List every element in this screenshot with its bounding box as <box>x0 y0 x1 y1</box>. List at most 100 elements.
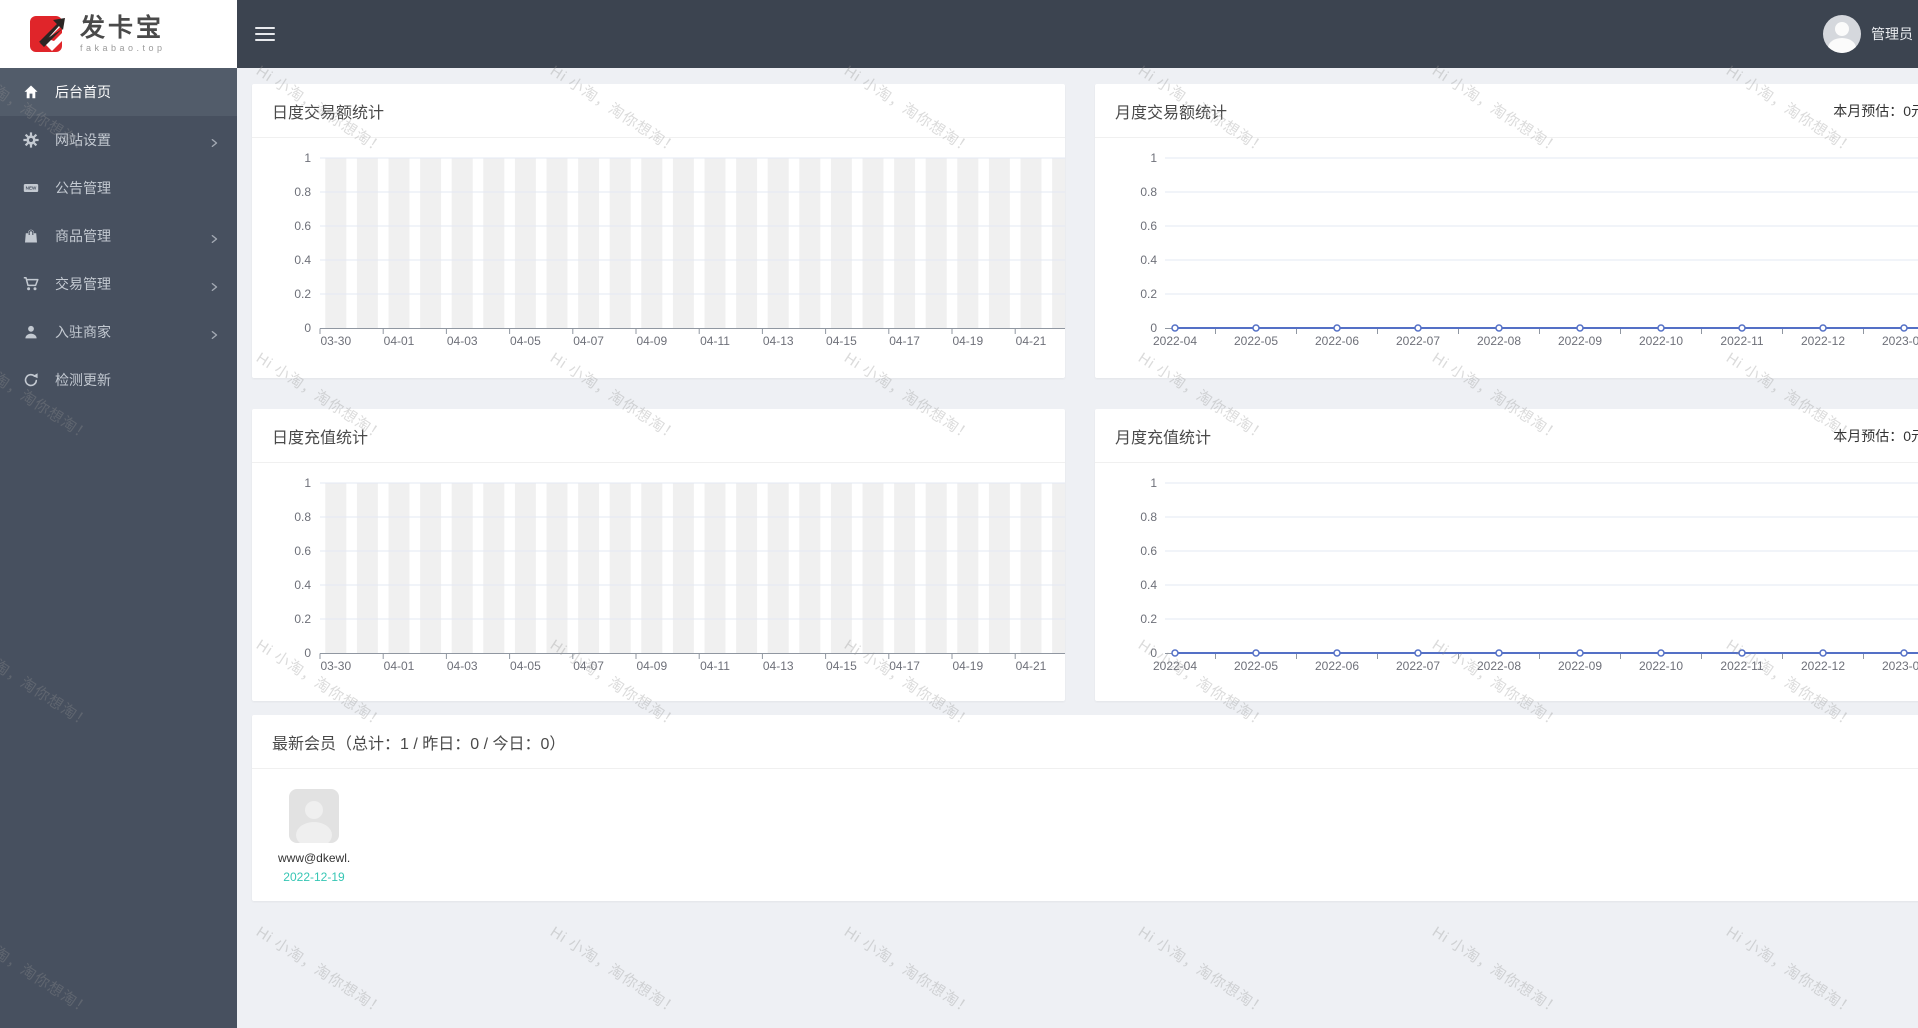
chart-monthly-transaction: 0 0.2 0.4 0.6 0.8 1 2022-04 2022-05 2022-06 2022-… <box>1095 138 1918 376</box>
svg-text:2022-07: 2022-07 <box>1396 659 1440 673</box>
svg-text:0.4: 0.4 <box>294 253 311 267</box>
svg-text:0: 0 <box>1150 321 1157 335</box>
panel-monthly-transaction: 月度交易额统计 本月预估：0元 0 0.2 0.4 0.6 0.8 1 2022-04 2022-… <box>1095 84 1918 378</box>
svg-text:1: 1 <box>1150 151 1157 165</box>
svg-text:03-30: 03-30 <box>320 659 351 673</box>
chart-monthly-recharge: 0 0.2 0.4 0.6 0.8 1 2022-04 2022-05 2022-06 2022-… <box>1095 463 1918 701</box>
svg-text:0.4: 0.4 <box>1140 253 1157 267</box>
watermark: Hi 小淘，淘你想淘！ <box>1135 923 1270 1020</box>
svg-text:0.2: 0.2 <box>294 612 311 626</box>
watermark: Hi 小淘，淘你想淘！ <box>1429 923 1564 1020</box>
svg-text:04-03: 04-03 <box>447 659 478 673</box>
svg-text:2022-10: 2022-10 <box>1639 659 1683 673</box>
member-item: www@dkewl.com 2022-12-19 <box>278 789 350 884</box>
svg-text:2022-09: 2022-09 <box>1558 334 1602 348</box>
svg-text:1: 1 <box>304 476 311 490</box>
sidebar-item-4[interactable]: 交易管理 <box>0 260 237 308</box>
svg-text:NEW: NEW <box>25 186 36 191</box>
sidebar-item-3[interactable]: 商品管理 <box>0 212 237 260</box>
announcement-icon: NEW <box>22 180 39 197</box>
svg-text:2022-05: 2022-05 <box>1234 659 1278 673</box>
svg-text:04-03: 04-03 <box>447 334 478 348</box>
sidebar-item-label: 后台首页 <box>55 84 111 100</box>
watermark: Hi 小淘，淘你想淘！ <box>253 923 388 1020</box>
svg-text:04-11: 04-11 <box>700 334 730 348</box>
svg-text:04-15: 04-15 <box>826 334 857 348</box>
svg-text:04-07: 04-07 <box>573 334 604 348</box>
sidebar-item-label: 公告管理 <box>55 180 111 196</box>
svg-text:1: 1 <box>304 151 311 165</box>
svg-text:2022-06: 2022-06 <box>1315 659 1359 673</box>
sidebar: 后台首页网站设置 NEW 公告管理商品管理交易管理入驻商家检测更新 <box>0 68 237 1028</box>
svg-text:04-01: 04-01 <box>384 334 415 348</box>
sidebar-item-0[interactable]: 后台首页 <box>0 68 237 116</box>
brand-logo-icon <box>30 13 70 52</box>
sidebar-item-5[interactable]: 入驻商家 <box>0 308 237 356</box>
svg-text:04-11: 04-11 <box>700 659 730 673</box>
panel-monthly-recharge: 月度充值统计 本月预估：0元 0 0.2 0.4 0.6 0.8 1 2022-04 2022-0… <box>1095 409 1918 701</box>
watermark: Hi 小淘，淘你想淘！ <box>841 923 976 1020</box>
monthly-estimate-monthly-transaction: 本月预估：0元 <box>1833 102 1918 119</box>
member-avatar <box>289 789 339 843</box>
svg-text:0.6: 0.6 <box>1140 544 1157 558</box>
svg-text:04-21: 04-21 <box>1016 659 1047 673</box>
bag-icon <box>22 228 39 245</box>
chevron-right-icon <box>209 327 219 339</box>
svg-text:1: 1 <box>1150 476 1157 490</box>
member-email: www@dkewl.com <box>278 851 350 865</box>
panel-daily-transaction: 日度交易额统计 0 0.2 0.4 0.6 0.8 1 03-30 04-01 04-03 04-0… <box>252 84 1065 378</box>
svg-text:2022-04: 2022-04 <box>1153 659 1197 673</box>
svg-text:0.4: 0.4 <box>294 578 311 592</box>
svg-text:0.8: 0.8 <box>1140 510 1157 524</box>
sidebar-item-label: 交易管理 <box>55 276 111 292</box>
sidebar-item-1[interactable]: 网站设置 <box>0 116 237 164</box>
brand-name: 发卡宝 <box>80 14 165 42</box>
svg-text:04-19: 04-19 <box>952 334 983 348</box>
svg-text:2022-06: 2022-06 <box>1315 334 1359 348</box>
svg-text:04-07: 04-07 <box>573 659 604 673</box>
topbar: 管理员 <box>237 0 1918 68</box>
svg-text:2022-12: 2022-12 <box>1801 659 1845 673</box>
svg-text:0: 0 <box>304 646 311 660</box>
user-menu[interactable]: 管理员 <box>1823 0 1918 68</box>
latest-members-header: 最新会员（总计：1 / 昨日：0 / 今日：0） <box>252 715 1918 769</box>
brand-domain: fakabao.top <box>80 43 166 53</box>
svg-text:2022-10: 2022-10 <box>1639 334 1683 348</box>
svg-text:2023-01: 2023-01 <box>1882 659 1918 673</box>
sidebar-item-2[interactable]: NEW 公告管理 <box>0 164 237 212</box>
sidebar-item-label: 入驻商家 <box>55 324 111 340</box>
svg-text:2022-11: 2022-11 <box>1720 334 1763 348</box>
sidebar-toggle-button[interactable] <box>255 27 275 41</box>
panel-title-monthly-recharge: 月度充值统计 <box>1115 429 1212 447</box>
sidebar-item-6[interactable]: 检测更新 <box>0 356 237 404</box>
home-icon <box>22 84 39 101</box>
svg-text:2022-08: 2022-08 <box>1477 334 1521 348</box>
watermark: Hi 小淘，淘你想淘！ <box>1723 923 1858 1020</box>
svg-text:04-13: 04-13 <box>763 334 794 348</box>
svg-text:04-17: 04-17 <box>889 334 920 348</box>
svg-text:0.8: 0.8 <box>1140 185 1157 199</box>
watermark: Hi 小淘，淘你想淘！ <box>547 923 682 1020</box>
brand-logo[interactable]: 发卡宝 fakabao.top <box>0 0 237 68</box>
svg-text:04-13: 04-13 <box>763 659 794 673</box>
monthly-estimate-monthly-recharge: 本月预估：0元 <box>1833 427 1918 444</box>
gear-icon <box>22 132 39 149</box>
svg-text:2023-01: 2023-01 <box>1882 334 1918 348</box>
svg-text:2022-05: 2022-05 <box>1234 334 1278 348</box>
svg-text:04-21: 04-21 <box>1016 334 1047 348</box>
svg-text:0.2: 0.2 <box>294 287 311 301</box>
latest-members-list: www@dkewl.com 2022-12-19 <box>252 769 1918 884</box>
chart-daily-transaction: 0 0.2 0.4 0.6 0.8 1 03-30 04-01 04-03 04-05 04-07 0… <box>252 138 1065 376</box>
svg-text:0: 0 <box>304 321 311 335</box>
panel-title-daily-recharge: 日度充值统计 <box>272 429 369 447</box>
panel-title-daily-transaction: 日度交易额统计 <box>272 104 385 122</box>
svg-text:0.8: 0.8 <box>294 185 311 199</box>
svg-text:0: 0 <box>1150 646 1157 660</box>
svg-text:04-17: 04-17 <box>889 659 920 673</box>
sidebar-item-label: 商品管理 <box>55 228 111 244</box>
svg-text:04-19: 04-19 <box>952 659 983 673</box>
svg-text:2022-09: 2022-09 <box>1558 659 1602 673</box>
svg-text:2022-08: 2022-08 <box>1477 659 1521 673</box>
svg-text:04-15: 04-15 <box>826 659 857 673</box>
update-icon <box>22 372 39 389</box>
